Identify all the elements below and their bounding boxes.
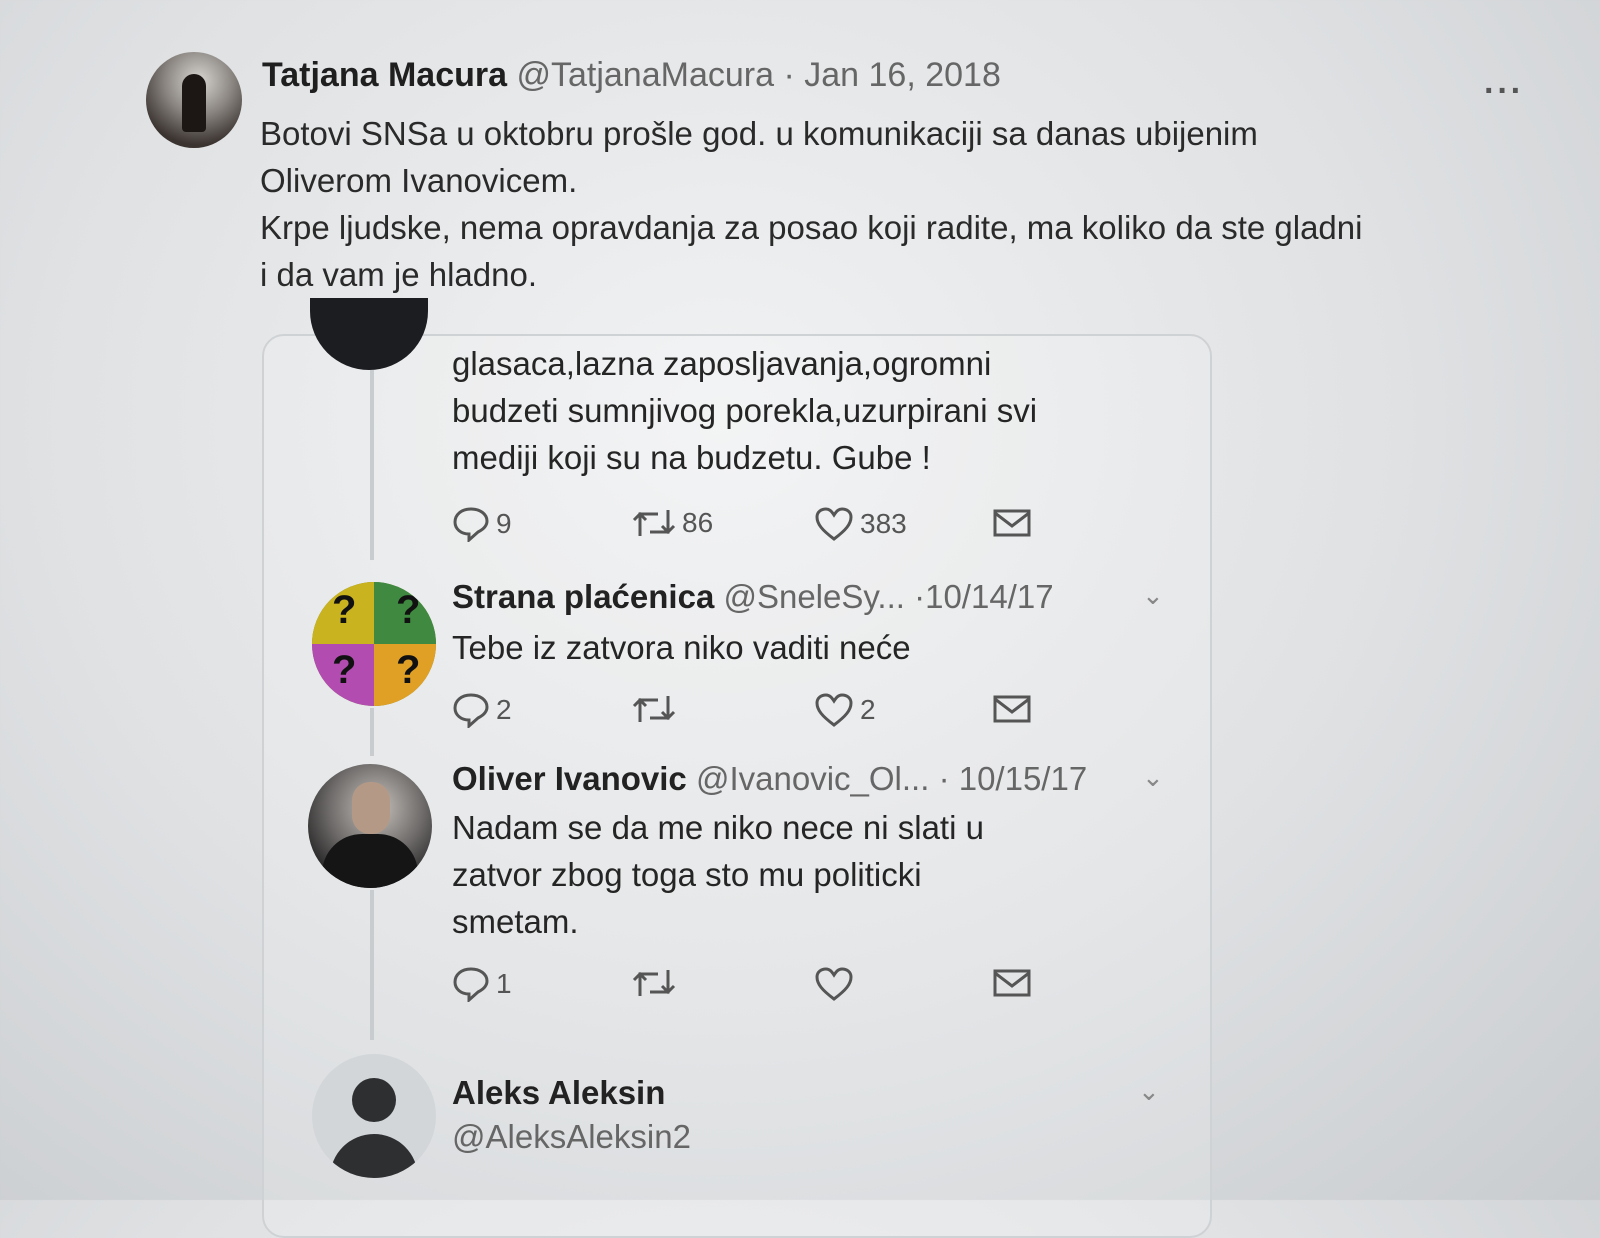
reply-header: Aleks Aleksin	[452, 1074, 665, 1112]
reply-avatar[interactable]	[308, 764, 432, 888]
reply-count: 1	[496, 968, 512, 999]
envelope-icon	[993, 969, 1031, 997]
reply-text-line: smetam.	[452, 903, 579, 940]
like-count: 2	[860, 694, 876, 725]
action-bar: 9 86 383	[452, 506, 1072, 550]
tweet: Tatjana Macura @TatjanaMacura · Jan 16, …	[0, 0, 1600, 1238]
action-bar: 1	[452, 966, 1072, 1010]
retweet-button[interactable]	[632, 692, 682, 726]
retweet-button[interactable]: 86	[632, 506, 713, 540]
thread-line	[370, 370, 374, 560]
reply-author-handle[interactable]: @Ivanovic_Ol...	[696, 760, 929, 797]
reply-text-line: mediji koji su na budzetu. Gube !	[452, 439, 931, 476]
reply-author-handle[interactable]: @AleksAleksin2	[452, 1118, 691, 1155]
reply-date[interactable]: ·10/14/17	[914, 578, 1053, 615]
reply-author-handle[interactable]: @SneleSy...	[723, 578, 904, 615]
more-icon[interactable]: ···	[1484, 72, 1524, 111]
thread-line	[370, 890, 374, 1040]
reply-button[interactable]: 2	[452, 692, 512, 728]
chevron-down-icon[interactable]: ⌄	[1142, 580, 1164, 611]
reply-header: Oliver Ivanovic @Ivanovic_Ol... · 10/15/…	[452, 760, 1087, 798]
envelope-icon	[993, 695, 1031, 723]
separator: ·	[783, 56, 795, 94]
reply-header: Strana plaćenica @SneleSy... ·10/14/17	[452, 578, 1054, 616]
reply-icon	[453, 507, 489, 542]
tweet-text-line: Krpe ljudske, nema opravdanja za posao k…	[260, 209, 1363, 246]
like-button[interactable]: 383	[814, 506, 907, 542]
tweet-text-line: i da vam je hladno.	[260, 256, 538, 293]
reply-text-line: glasaca,lazna zaposljavanja,ogromni	[452, 345, 992, 382]
like-button[interactable]	[814, 966, 860, 1002]
action-bar: 2 2	[452, 692, 1072, 736]
tweet-date[interactable]: Jan 16, 2018	[804, 56, 1001, 94]
heart-icon	[815, 693, 853, 727]
avatar-mark: ?	[396, 648, 421, 692]
avatar-mark: ?	[396, 588, 421, 632]
message-button[interactable]	[992, 692, 1032, 726]
retweet-icon	[632, 970, 676, 996]
retweet-icon	[632, 510, 676, 536]
message-button[interactable]	[992, 966, 1032, 1000]
envelope-icon	[993, 509, 1031, 537]
reply-avatar[interactable]: ? ? ? ?	[312, 582, 436, 706]
reply-text-line: budzeti sumnjivog porekla,uzurpirani svi	[452, 392, 1038, 429]
reply-header: @AleksAleksin2	[452, 1118, 691, 1156]
reply-button[interactable]: 9	[452, 506, 512, 542]
message-button[interactable]	[992, 506, 1032, 540]
reply-count: 2	[496, 694, 512, 725]
reply-author-name[interactable]: Strana plaćenica	[452, 578, 714, 615]
avatar-mark: ?	[332, 588, 357, 632]
heart-icon	[815, 967, 853, 1001]
tweet-header: Tatjana Macura @TatjanaMacura · Jan 16, …	[262, 56, 1001, 95]
tweet-text: Botovi SNSa u oktobru prošle god. u komu…	[260, 110, 1520, 298]
tweet-text-line: Botovi SNSa u oktobru prošle god. u komu…	[260, 115, 1258, 152]
reply-count: 9	[496, 508, 512, 539]
reply-author-name[interactable]: Aleks Aleksin	[452, 1074, 665, 1111]
author-name[interactable]: Tatjana Macura	[262, 56, 507, 94]
thread-line	[370, 708, 374, 756]
reply-date[interactable]: · 10/15/17	[939, 760, 1088, 797]
retweet-count: 86	[682, 507, 714, 538]
chevron-down-icon[interactable]: ⌄	[1142, 762, 1164, 793]
like-button[interactable]: 2	[814, 692, 876, 728]
reply-text: glasaca,lazna zaposljavanja,ogromni budz…	[452, 340, 1152, 481]
tweet-text-line: Oliverom Ivanovicem.	[260, 162, 578, 199]
author-avatar[interactable]	[146, 52, 242, 148]
reply-text: Nadam se da me niko nece ni slati u zatv…	[452, 804, 1152, 945]
reply-text-line: Nadam se da me niko nece ni slati u	[452, 809, 984, 846]
author-handle[interactable]: @TatjanaMacura	[516, 56, 774, 94]
reply-button[interactable]: 1	[452, 966, 512, 1002]
reply-icon	[453, 967, 489, 1002]
reply-icon	[453, 693, 489, 728]
reply-text: Tebe iz zatvora niko vaditi neće	[452, 629, 911, 666]
reply-avatar[interactable]	[312, 1054, 436, 1178]
heart-icon	[815, 507, 853, 541]
reply-text-line: zatvor zbog toga sto mu politicki	[452, 856, 922, 893]
retweet-icon	[632, 696, 676, 722]
avatar-mark: ?	[332, 648, 357, 692]
reply-author-name[interactable]: Oliver Ivanovic	[452, 760, 687, 797]
like-count: 383	[860, 508, 907, 539]
retweet-button[interactable]	[632, 966, 682, 1000]
chevron-down-icon[interactable]: ⌄	[1138, 1076, 1160, 1107]
